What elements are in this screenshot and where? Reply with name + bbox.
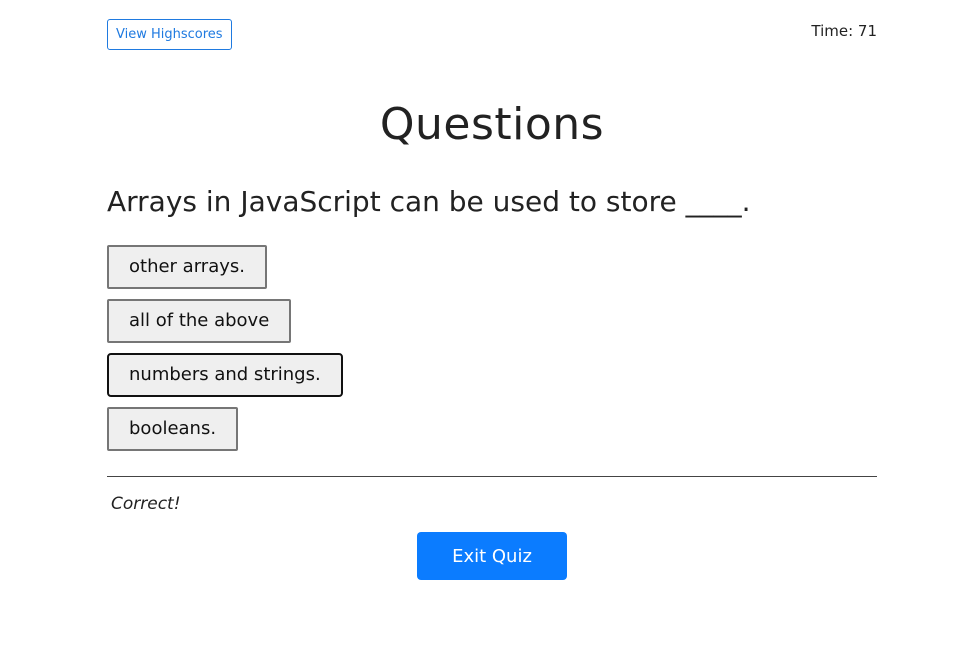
top-bar: View Highscores Time: 71 [107,19,877,50]
timer-display: Time: 71 [811,22,877,40]
divider [107,476,877,477]
answer-button[interactable]: all of the above [107,299,292,343]
feedback-message: Correct! [111,494,181,514]
view-highscores-button[interactable]: View Highscores [107,19,232,50]
question-text: Arrays in JavaScript can be used to stor… [107,185,751,218]
page-title: Questions [379,99,605,150]
answer-button[interactable]: numbers and strings. [107,353,343,397]
quiz-page: View Highscores Time: 71 Questions Array… [107,0,877,646]
exit-quiz-button[interactable]: Exit Quiz [417,532,567,580]
answer-list: other arrays. all of the above numbers a… [107,245,343,461]
answer-button[interactable]: other arrays. [107,245,267,289]
answer-button[interactable]: booleans. [107,407,239,451]
